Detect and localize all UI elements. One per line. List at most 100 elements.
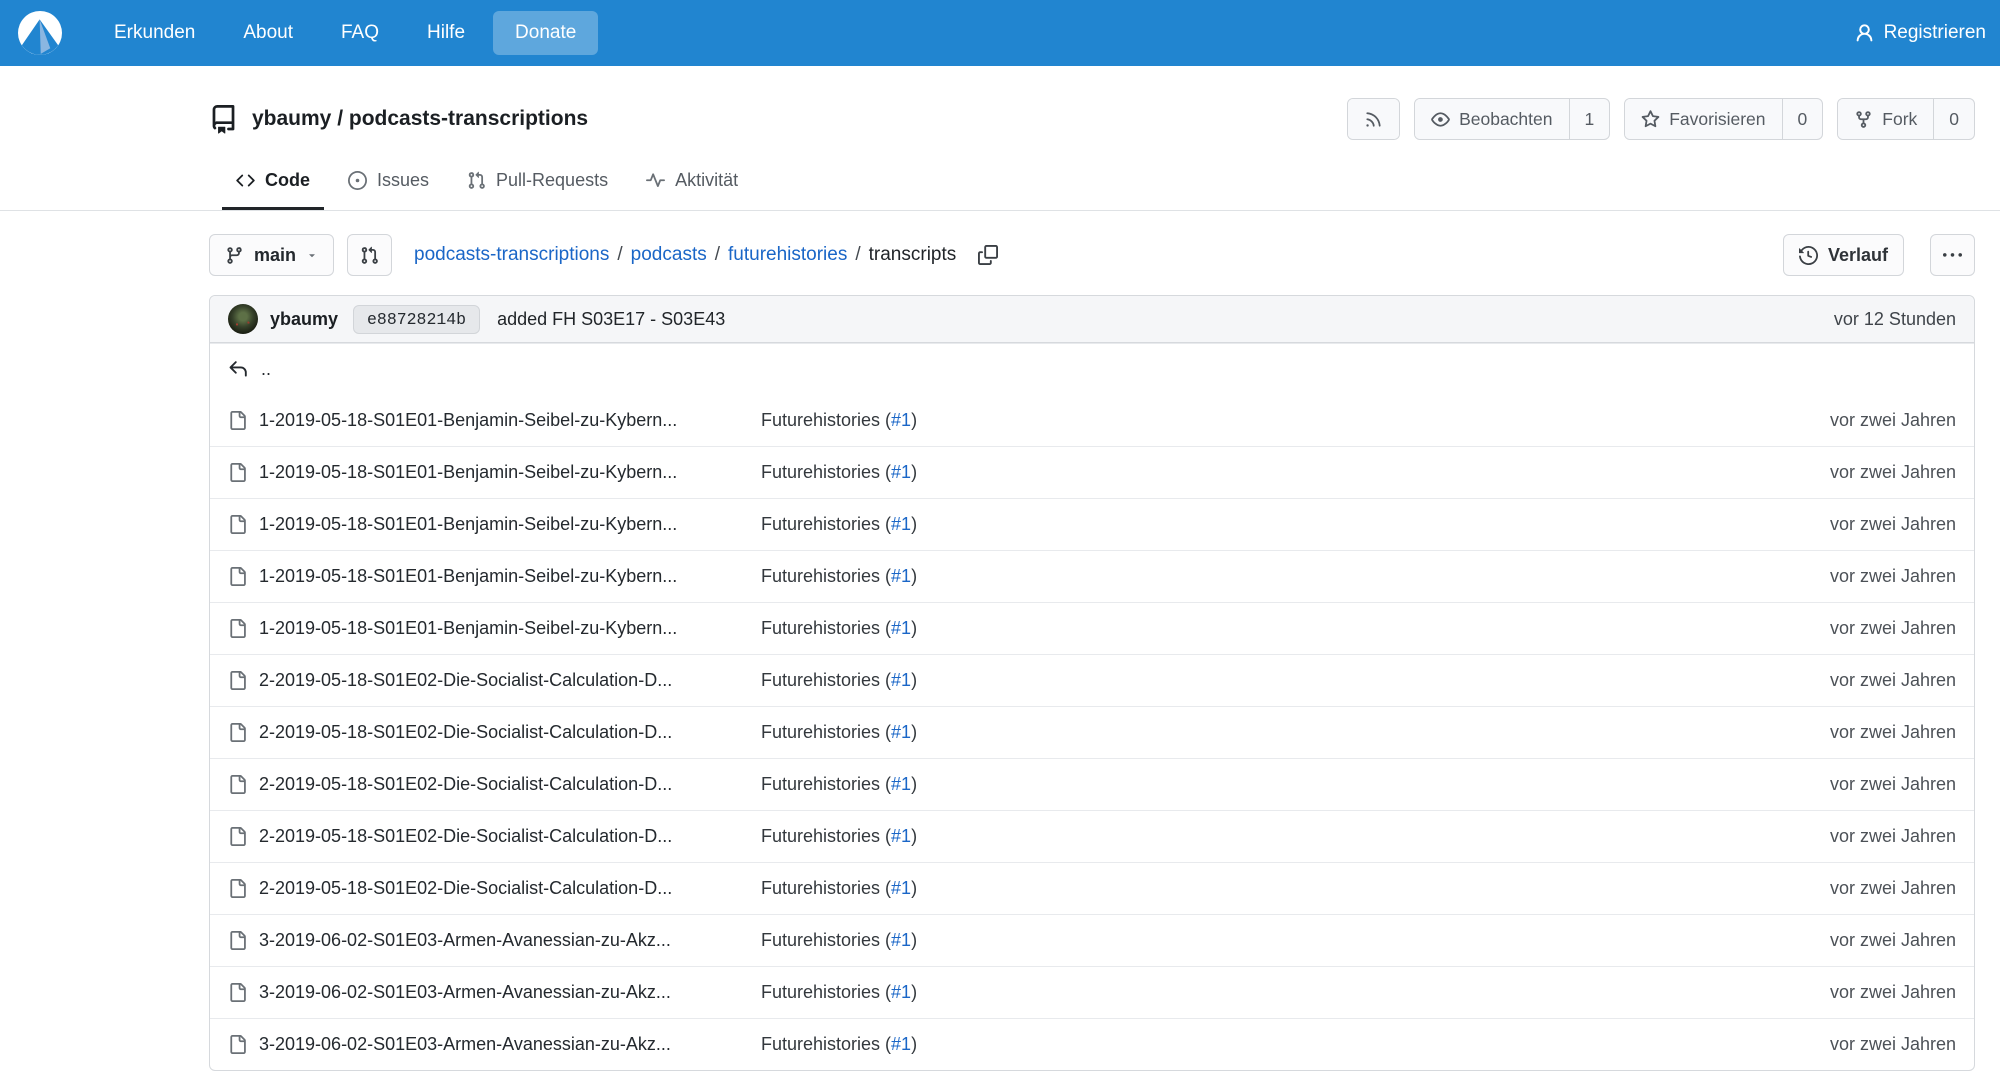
issue-link[interactable]: #1: [891, 670, 911, 690]
nav-item-about[interactable]: About: [219, 0, 317, 66]
chevron-down-icon: [309, 254, 315, 258]
fork-count[interactable]: 0: [1933, 99, 1974, 139]
file-date: vor zwei Jahren: [1829, 462, 1956, 482]
issue-link[interactable]: #1: [891, 982, 911, 1002]
watch-button[interactable]: Beobachten: [1415, 99, 1569, 139]
copy-path-button[interactable]: [978, 245, 999, 265]
file-date: vor zwei Jahren: [1829, 670, 1956, 690]
issue-link[interactable]: #1: [891, 930, 911, 950]
register-label: Registrieren: [1883, 22, 1986, 43]
tab-activity[interactable]: Aktivität: [632, 164, 752, 210]
rss-icon: [1366, 111, 1381, 127]
file-name-link[interactable]: 1-2019-05-18-S01E01-Benjamin-Seibel-zu-K…: [259, 514, 677, 535]
tab-code[interactable]: Code: [222, 164, 324, 210]
tab-pull-requests[interactable]: Pull-Requests: [453, 164, 622, 210]
compare-button[interactable]: [347, 234, 393, 276]
file-icon: [230, 515, 246, 534]
file-icon: [230, 983, 246, 1002]
file-name-link[interactable]: 2-2019-05-18-S01E02-Die-Socialist-Calcul…: [259, 878, 672, 899]
issue-link[interactable]: #1: [891, 826, 911, 846]
branch-selector[interactable]: main: [209, 234, 335, 276]
commit-message[interactable]: added FH S03E17 - S03E43: [497, 309, 725, 330]
breadcrumb-separator: /: [617, 244, 623, 265]
file-name-cell: 3-2019-06-02-S01E03-Armen-Avanessian-zu-…: [228, 1034, 761, 1055]
issue-link[interactable]: #1: [891, 722, 911, 742]
issue-link[interactable]: #1: [891, 514, 911, 534]
nav-item-erkunden[interactable]: Erkunden: [90, 0, 219, 66]
file-row: 1-2019-05-18-S01E01-Benjamin-Seibel-zu-K…: [210, 446, 1974, 498]
file-name-cell: 1-2019-05-18-S01E01-Benjamin-Seibel-zu-K…: [228, 566, 761, 587]
issue-link[interactable]: #1: [891, 618, 911, 638]
file-name-link[interactable]: 3-2019-06-02-S01E03-Armen-Avanessian-zu-…: [259, 1034, 671, 1055]
nav-item-faq[interactable]: FAQ: [317, 0, 403, 66]
file-commit-message: Futurehistories (#1): [761, 878, 918, 898]
file-name-link[interactable]: 2-2019-05-18-S01E02-Die-Socialist-Calcul…: [259, 774, 672, 795]
compare-icon: [361, 246, 378, 264]
file-commit-message: Futurehistories (#1): [761, 1034, 918, 1054]
breadcrumb-link-repo[interactable]: podcasts-transcriptions: [414, 244, 609, 266]
file-row: 1-2019-05-18-S01E01-Benjamin-Seibel-zu-K…: [210, 602, 1974, 654]
codeberg-logo-icon[interactable]: [18, 11, 62, 55]
tab-pull-requests-label: Pull-Requests: [496, 170, 609, 190]
file-date: vor zwei Jahren: [1829, 618, 1956, 638]
star-label: Favorisieren: [1669, 108, 1766, 129]
top-navbar: Erkunden About FAQ Hilfe Donate Registri…: [0, 0, 2000, 66]
file-date: vor zwei Jahren: [1829, 1034, 1956, 1054]
rss-button[interactable]: [1348, 99, 1400, 139]
register-link[interactable]: Registrieren: [1854, 22, 1988, 44]
file-row: 1-2019-05-18-S01E01-Benjamin-Seibel-zu-K…: [210, 394, 1974, 446]
tab-issues[interactable]: Issues: [334, 164, 443, 210]
file-icon: [230, 619, 246, 638]
issue-link[interactable]: #1: [891, 410, 911, 430]
issue-link[interactable]: #1: [891, 566, 911, 586]
file-name-link[interactable]: 1-2019-05-18-S01E01-Benjamin-Seibel-zu-K…: [259, 618, 677, 639]
commit-author[interactable]: ybaumy: [270, 309, 338, 330]
fork-label: Fork: [1882, 108, 1918, 129]
file-name-link[interactable]: 3-2019-06-02-S01E03-Armen-Avanessian-zu-…: [259, 930, 671, 951]
parent-directory-row[interactable]: ..: [210, 343, 1974, 394]
pull-request-icon: [468, 171, 485, 189]
fork-button[interactable]: Fork: [1838, 99, 1934, 139]
repo-title-text[interactable]: ybaumy / podcasts-transcriptions: [252, 107, 588, 131]
file-date: vor zwei Jahren: [1829, 982, 1956, 1002]
file-row: 3-2019-06-02-S01E03-Armen-Avanessian-zu-…: [210, 966, 1974, 1018]
file-name-link[interactable]: 2-2019-05-18-S01E02-Die-Socialist-Calcul…: [259, 826, 672, 847]
breadcrumb-link-futurehistories[interactable]: futurehistories: [728, 244, 847, 266]
file-commit-message: Futurehistories (#1): [761, 514, 918, 534]
tabs-bar: Code Issues Pull-Requests Aktivität: [0, 164, 2000, 211]
issue-link[interactable]: #1: [891, 774, 911, 794]
more-options-button[interactable]: [1930, 234, 1975, 276]
donate-button[interactable]: Donate: [493, 11, 599, 55]
file-name-link[interactable]: 2-2019-05-18-S01E02-Die-Socialist-Calcul…: [259, 670, 672, 691]
tab-code-label: Code: [265, 170, 310, 190]
commit-hash-badge[interactable]: e88728214b: [353, 304, 481, 334]
file-name-link[interactable]: 1-2019-05-18-S01E01-Benjamin-Seibel-zu-K…: [259, 410, 677, 431]
file-row: 2-2019-05-18-S01E02-Die-Socialist-Calcul…: [210, 758, 1974, 810]
file-date: vor zwei Jahren: [1829, 774, 1956, 794]
file-name-link[interactable]: 1-2019-05-18-S01E01-Benjamin-Seibel-zu-K…: [259, 462, 677, 483]
avatar[interactable]: [228, 304, 258, 334]
issue-link[interactable]: #1: [891, 1034, 911, 1054]
fork-icon: [1856, 110, 1871, 128]
breadcrumb-link-podcasts[interactable]: podcasts: [631, 244, 707, 266]
rss-button-group: [1347, 98, 1401, 140]
file-icon: [230, 775, 246, 794]
watch-count[interactable]: 1: [1568, 99, 1610, 139]
issue-link[interactable]: #1: [891, 462, 911, 482]
star-button[interactable]: Favorisieren: [1625, 99, 1782, 139]
file-name-link[interactable]: 1-2019-05-18-S01E01-Benjamin-Seibel-zu-K…: [259, 566, 677, 587]
commit-date: vor 12 Stunden: [1833, 308, 1956, 329]
file-name-link[interactable]: 2-2019-05-18-S01E02-Die-Socialist-Calcul…: [259, 722, 672, 743]
file-table: ybaumy e88728214b added FH S03E17 - S03E…: [209, 295, 1975, 1071]
issue-link[interactable]: #1: [891, 878, 911, 898]
nav-item-hilfe[interactable]: Hilfe: [403, 0, 489, 66]
file-row: 3-2019-06-02-S01E03-Armen-Avanessian-zu-…: [210, 914, 1974, 966]
file-commit-message: Futurehistories (#1): [761, 409, 918, 430]
file-icon: [230, 931, 246, 950]
file-name-link[interactable]: 3-2019-06-02-S01E03-Armen-Avanessian-zu-…: [259, 982, 671, 1003]
history-button[interactable]: Verlauf: [1782, 234, 1904, 276]
star-count[interactable]: 0: [1781, 99, 1823, 139]
file-date: vor zwei Jahren: [1829, 722, 1956, 742]
star-button-group: Favorisieren 0: [1624, 98, 1824, 140]
copy-icon: [978, 245, 999, 265]
